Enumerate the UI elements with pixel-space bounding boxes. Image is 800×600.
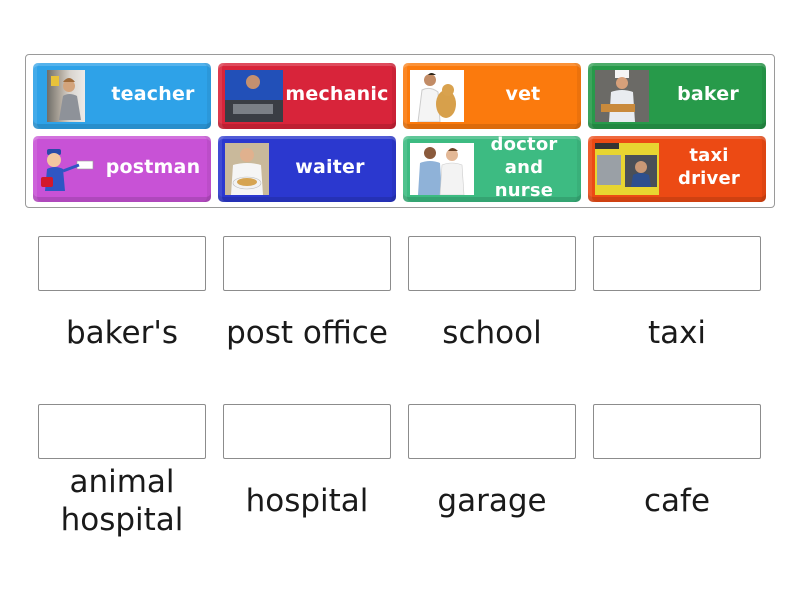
mechanic-image (225, 70, 283, 122)
tile-doctor-and-nurse[interactable]: doctor and nurse (403, 136, 581, 202)
place-label: animal hospital (60, 464, 184, 538)
drop-box-taxi[interactable] (593, 236, 761, 291)
postman-image (37, 143, 97, 195)
place-label: school (442, 315, 542, 351)
tile-label: baker (677, 83, 739, 105)
tile-teacher[interactable]: teacher (33, 63, 211, 129)
tile-taxi-driver[interactable]: taxi driver (588, 136, 766, 202)
tile-label: waiter (295, 156, 365, 178)
tile-waiter[interactable]: waiter (218, 136, 396, 202)
tile-postman[interactable]: postman (33, 136, 211, 202)
teacher-image (47, 70, 85, 122)
place-label: taxi (647, 315, 707, 351)
place-label: post office (226, 315, 388, 351)
place-label: baker's (65, 315, 178, 351)
tile-label: taxi driver (678, 145, 740, 189)
doctor-nurse-image (410, 143, 474, 195)
vet-image (410, 70, 464, 122)
drop-box-bakers[interactable] (38, 236, 206, 291)
taxi-driver-image (595, 143, 659, 195)
tile-label: mechanic (285, 83, 389, 105)
place-label: hospital (245, 483, 369, 519)
word-bank: teacher mechanic vet baker postman waite… (25, 54, 775, 208)
tile-label: vet (505, 83, 541, 105)
tile-mechanic[interactable]: mechanic (218, 63, 396, 129)
tile-label: postman (105, 156, 201, 178)
tile-baker[interactable]: baker (588, 63, 766, 129)
waiter-image (225, 143, 269, 195)
tile-label: doctor and nurse (490, 136, 558, 201)
drop-box-garage[interactable] (408, 404, 576, 459)
drop-box-cafe[interactable] (593, 404, 761, 459)
drop-box-school[interactable] (408, 236, 576, 291)
tile-vet[interactable]: vet (403, 63, 581, 129)
drop-box-post-office[interactable] (223, 236, 391, 291)
baker-image (595, 70, 649, 122)
place-label: cafe (643, 483, 711, 519)
place-label: garage (437, 483, 547, 519)
tile-label: teacher (111, 83, 195, 105)
drop-box-hospital[interactable] (223, 404, 391, 459)
drop-box-animal-hospital[interactable] (38, 404, 206, 459)
